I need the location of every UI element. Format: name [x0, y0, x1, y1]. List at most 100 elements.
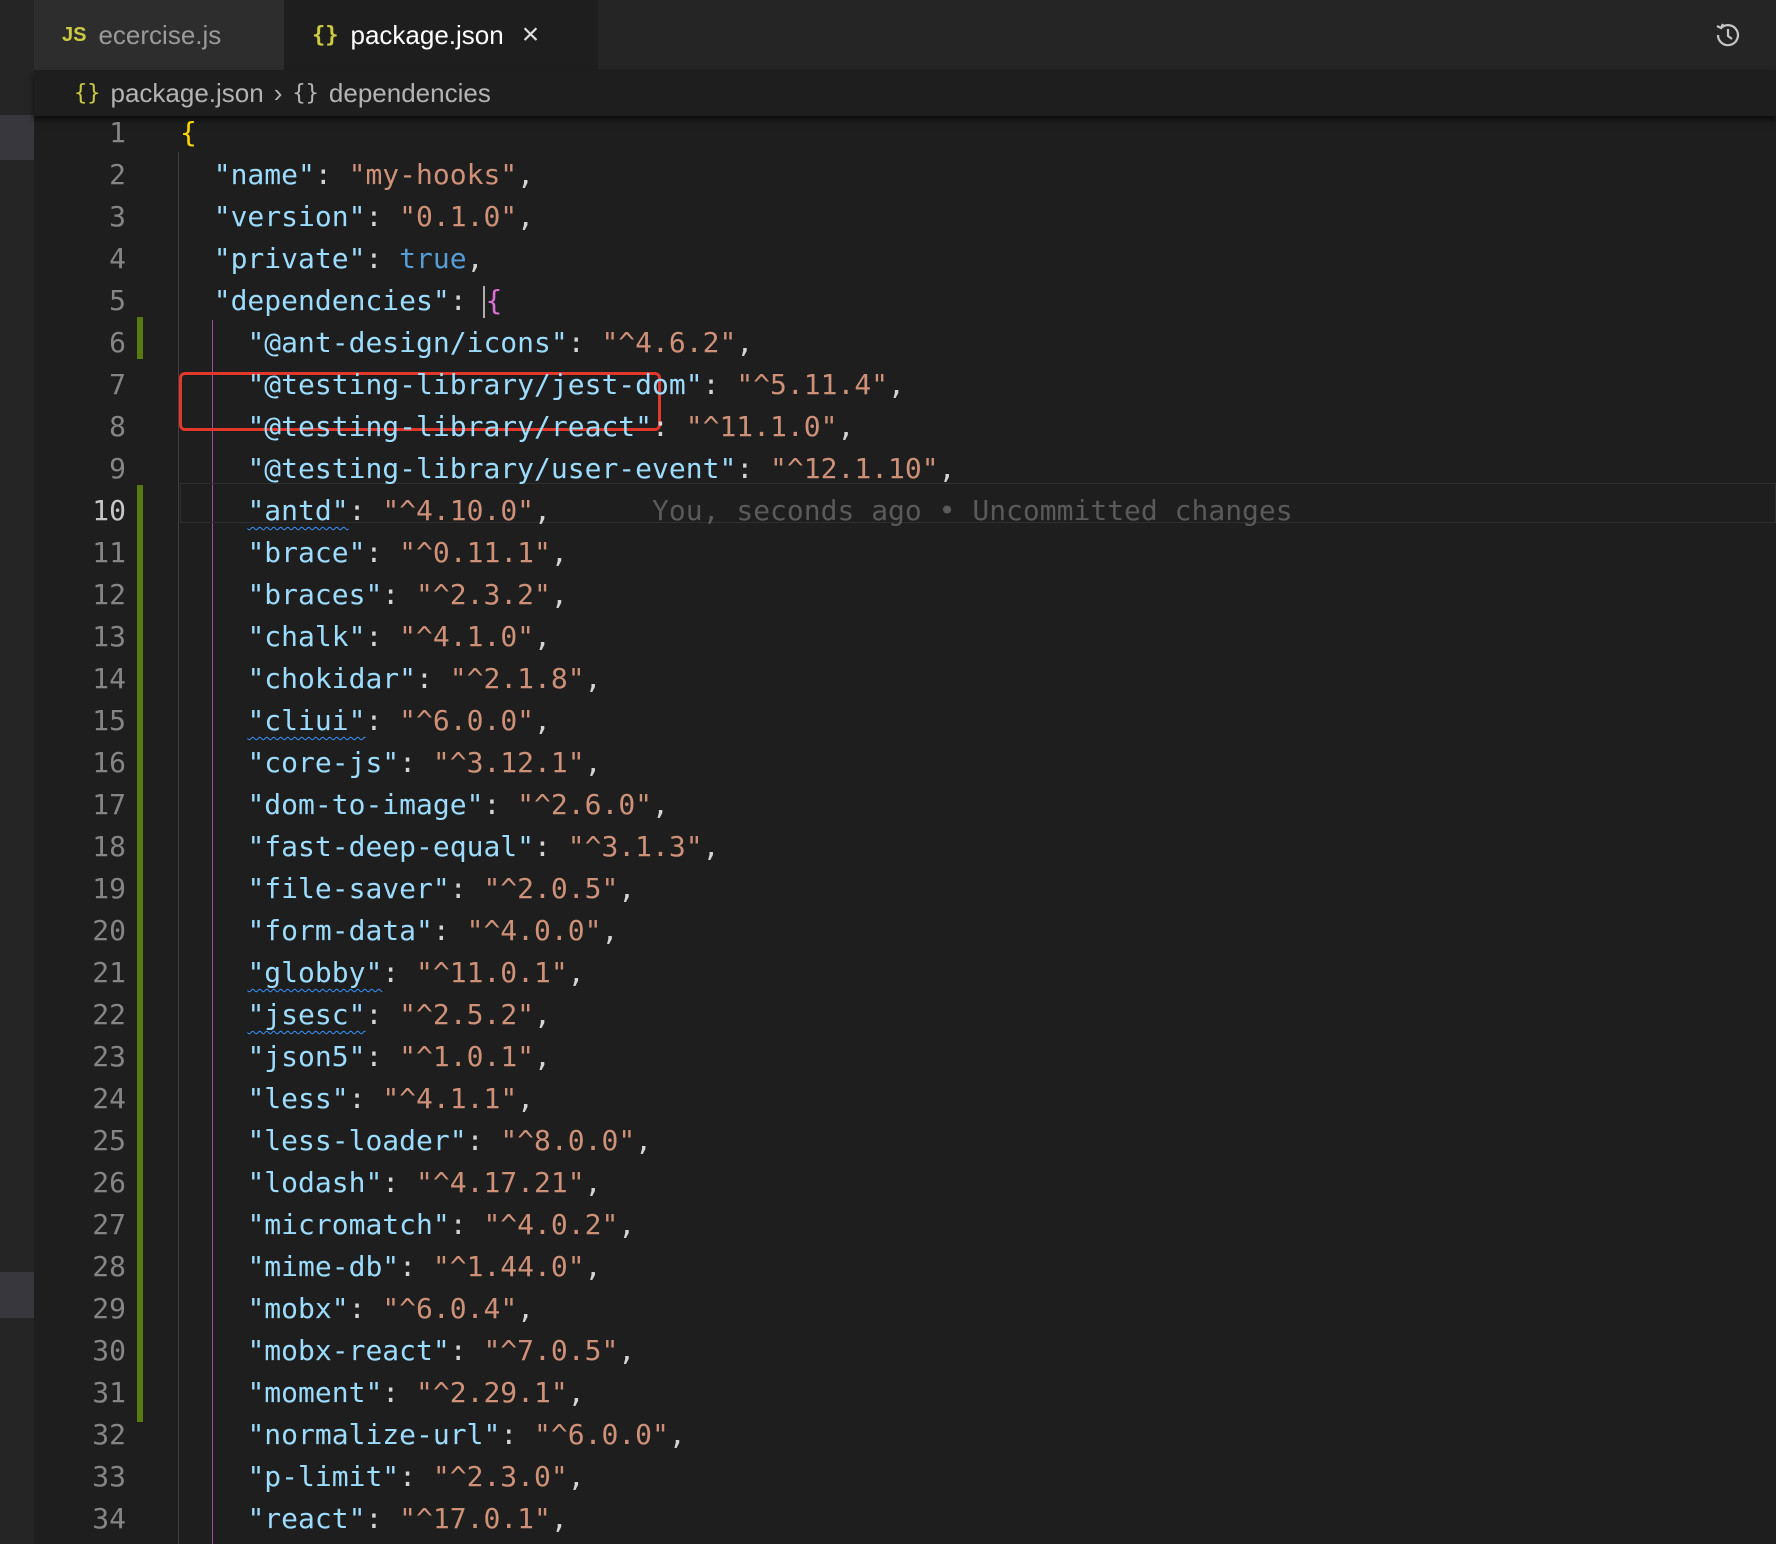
json-key: "fast-deep-equal": [247, 830, 535, 863]
json-key: "version": [213, 200, 366, 233]
json-value: "^6.0.0": [534, 1418, 669, 1451]
code-line: 19 "file-saver": "^2.0.5",: [34, 868, 1776, 910]
tab-package-json[interactable]: {} package.json ×: [284, 0, 598, 70]
code-line: 23 "json5": "^1.0.1",: [34, 1036, 1776, 1078]
line-number: 11: [92, 536, 126, 569]
json-key: "brace": [247, 536, 366, 569]
json-value: "^11.0.1": [416, 956, 568, 989]
code-text: "json5": "^1.0.1",: [247, 1040, 551, 1073]
code-text: "core-js": "^3.12.1",: [247, 746, 602, 779]
json-key: "private": [213, 242, 366, 275]
code-line: 18 "fast-deep-equal": "^3.1.3",: [34, 826, 1776, 868]
code-text: "file-saver": "^2.0.5",: [247, 872, 636, 905]
json-value: "^2.29.1": [416, 1376, 568, 1409]
code-line: 33 "p-limit": "^2.3.0",: [34, 1456, 1776, 1498]
tab-label: ecercise.js: [98, 19, 222, 50]
json-value: "^0.11.1": [399, 536, 551, 569]
git-blame-annotation: You, seconds ago • Uncommitted changes: [652, 494, 1293, 527]
code-text: "react": "^17.0.1",: [247, 1502, 568, 1535]
code-line: 6 "@ant-design/icons": "^4.6.2",: [34, 322, 1776, 364]
line-number: 21: [92, 956, 126, 989]
code-text: "chokidar": "^2.1.8",: [247, 662, 602, 695]
code-editor[interactable]: 1{2 "name": "my-hooks", 3 "version": "0.1…: [34, 116, 1776, 1544]
json-value: "^2.5.2": [399, 998, 535, 1031]
breadcrumb-file[interactable]: package.json: [111, 78, 264, 109]
code-text: "name": "my-hooks",: [213, 158, 535, 191]
json-key: "core-js": [247, 746, 400, 779]
close-icon[interactable]: ×: [522, 18, 540, 52]
code-text: "braces": "^2.3.2",: [247, 578, 568, 611]
code-line: 34 "react": "^17.0.1",: [34, 1498, 1776, 1540]
json-key: "@testing-library/user-event": [247, 452, 737, 485]
line-number: 12: [92, 578, 126, 611]
json-value: "^2.1.8": [449, 662, 585, 695]
javascript-file-icon: JS: [62, 23, 87, 46]
json-key: "mobx": [247, 1292, 349, 1325]
line-number: 20: [92, 914, 126, 947]
code-text: "private": true,: [213, 242, 484, 275]
json-key: "jsesc": [247, 998, 366, 1031]
activity-bar: [0, 0, 34, 1544]
json-value: "^2.6.0": [517, 788, 653, 821]
code-line: 20 "form-data": "^4.0.0",: [34, 910, 1776, 952]
chevron-right-icon: ›: [273, 77, 283, 108]
code-line: 3 "version": "0.1.0",: [34, 196, 1776, 238]
json-key: "cliui": [247, 704, 366, 737]
line-number: 5: [109, 284, 126, 317]
code-text: "less": "^4.1.1",: [247, 1082, 535, 1115]
json-value: "^4.0.0": [466, 914, 602, 947]
code-line: 12 "braces": "^2.3.2",: [34, 574, 1776, 616]
code-text: "dependencies": {: [213, 284, 503, 318]
tab-ecercise-js[interactable]: JS ecercise.js: [34, 0, 284, 70]
code-text: "dom-to-image": "^2.6.0",: [247, 788, 669, 821]
line-number: 23: [92, 1040, 126, 1073]
line-number: 17: [92, 788, 126, 821]
code-text: "mobx-react": "^7.0.5",: [247, 1334, 636, 1367]
line-number: 29: [92, 1292, 126, 1325]
json-value: "0.1.0": [399, 200, 518, 233]
json-key: "react": [247, 1502, 366, 1535]
history-icon[interactable]: [1712, 19, 1744, 51]
json-key: "chokidar": [247, 662, 417, 695]
code-text: "@ant-design/icons": "^4.6.2",: [247, 326, 754, 359]
code-line: 11 "brace": "^0.11.1",: [34, 532, 1776, 574]
line-number: 10: [92, 494, 126, 527]
code-line: 4 "private": true,: [34, 238, 1776, 280]
line-number: 14: [92, 662, 126, 695]
code-line: 28 "mime-db": "^1.44.0",: [34, 1246, 1776, 1288]
json-key: "braces": [247, 578, 383, 611]
line-number: 2: [109, 158, 126, 191]
code-text: "@testing-library/jest-dom": "^5.11.4",: [247, 368, 905, 401]
line-number: 1: [109, 116, 126, 149]
json-value: "^4.0.2": [483, 1208, 619, 1241]
line-number: 24: [92, 1082, 126, 1115]
code-text: "chalk": "^4.1.0",: [247, 620, 551, 653]
line-number: 25: [92, 1124, 126, 1157]
breadcrumb-symbol[interactable]: dependencies: [329, 78, 491, 109]
code-line: 2 "name": "my-hooks",: [34, 154, 1776, 196]
json-value: "^2.3.0": [432, 1460, 568, 1493]
code-text: "cliui": "^6.0.0",: [247, 704, 551, 737]
line-number: 9: [109, 452, 126, 485]
code-text: "brace": "^0.11.1",: [247, 536, 568, 569]
code-text: "form-data": "^4.0.0",: [247, 914, 619, 947]
json-key: "name": [213, 158, 315, 191]
code-line: 13 "chalk": "^4.1.0",: [34, 616, 1776, 658]
code-text: "mime-db": "^1.44.0",: [247, 1250, 602, 1283]
code-line: 24 "less": "^4.1.1",: [34, 1078, 1776, 1120]
code-text: "antd": "^4.10.0", You, seconds ago • Un…: [247, 494, 1293, 527]
code-line: 7 "@testing-library/jest-dom": "^5.11.4"…: [34, 364, 1776, 406]
json-value: true: [399, 242, 467, 275]
code-line: 31 "moment": "^2.29.1",: [34, 1372, 1776, 1414]
json-value: "^7.0.5": [483, 1334, 619, 1367]
json-key: "mime-db": [247, 1250, 400, 1283]
code-line: 32 "normalize-url": "^6.0.0",: [34, 1414, 1776, 1456]
line-number: 16: [92, 746, 126, 779]
line-number: 13: [92, 620, 126, 653]
code-line: 10 "antd": "^4.10.0", You, seconds ago •…: [34, 490, 1776, 532]
line-number: 18: [92, 830, 126, 863]
json-key: "globby": [247, 956, 383, 989]
json-key: "micromatch": [247, 1208, 450, 1241]
tab-label: package.json: [350, 19, 504, 50]
line-number: 30: [92, 1334, 126, 1367]
